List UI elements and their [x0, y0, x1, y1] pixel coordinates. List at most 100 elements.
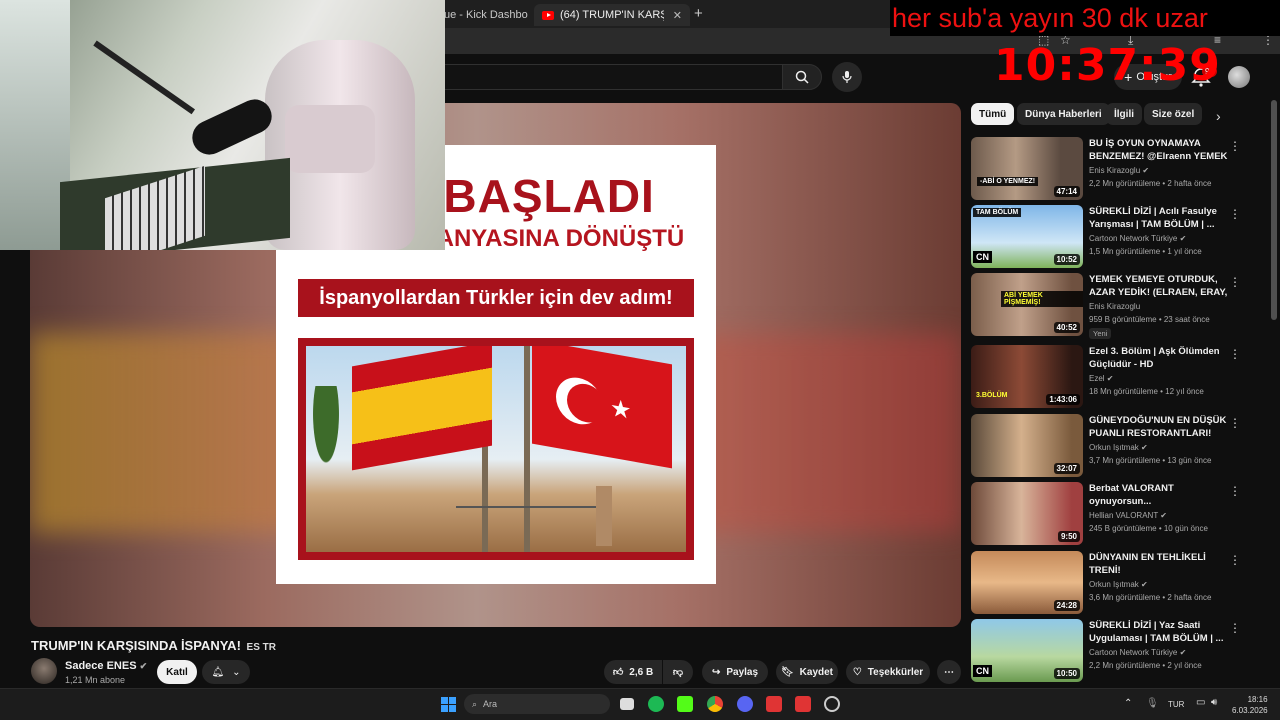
video-title[interactable]: YEMEK YEMEYE OTURDUK, AZAR YEDİK! (ELRAE… [1089, 273, 1229, 299]
flag-pole [524, 346, 530, 552]
channel-name[interactable]: Cartoon Network Türkiye ✔ [1089, 648, 1186, 657]
recommended-video[interactable]: 24:28 DÜNYANIN EN TEHLİKELİ TRENİ! Orkun… [971, 551, 1271, 615]
microphone-icon [842, 71, 852, 83]
video-title[interactable]: BU İŞ OYUN OYNAMAYA BENZEMEZ! @Elraenn Y… [1089, 137, 1229, 163]
thumbs-down-icon: 👎︎ [672, 667, 684, 678]
taskbar-search[interactable]: ⌕ Ara [464, 694, 610, 714]
cam-mic-arm [93, 40, 196, 115]
chip-for-you[interactable]: Size özel [1144, 103, 1203, 125]
video-title[interactable]: Berbat VALORANT oynuyorsun... [1089, 482, 1229, 508]
tab-youtube-video[interactable]: (64) TRUMP'IN KARŞISINDA ✕ [534, 4, 690, 26]
kebab-menu-icon[interactable]: ⋮ [1229, 275, 1241, 289]
tab-kick-dashboard[interactable]: ue - Kick Dashbo ✕ [436, 4, 534, 26]
channel-name[interactable]: Cartoon Network Türkiye ✔ [1089, 234, 1186, 243]
streaming-app-icon[interactable] [795, 696, 811, 712]
obs-icon[interactable] [824, 696, 840, 712]
video-thumbnail[interactable]: CN 10:50 [971, 619, 1083, 682]
volume-icon[interactable]: 🔊︎ [1211, 697, 1217, 708]
video-meta: 2,2 Mn görüntüleme • 2 hafta önce [1089, 179, 1212, 188]
video-thumbnail[interactable]: ABİ YEMEK PİŞMEMİŞ! 40:52 [971, 273, 1083, 336]
more-actions-button[interactable]: ⋯ [937, 660, 961, 684]
recommended-video[interactable]: 3.BÖLÜM 1:43:06 Ezel 3. Bölüm | Aşk Ölüm… [971, 345, 1271, 409]
kebab-menu-icon[interactable]: ⋮ [1229, 347, 1241, 361]
kebab-menu-icon[interactable]: ⋮ [1229, 416, 1241, 430]
sidebar-scrollbar[interactable] [1271, 100, 1277, 320]
new-tab-button[interactable]: + [694, 5, 703, 22]
discord-icon[interactable] [737, 696, 753, 712]
streaming-app-icon[interactable] [766, 696, 782, 712]
dislike-button[interactable]: 👎︎ [663, 660, 693, 684]
channel-name[interactable]: Orkun Işıtmak ✔ [1089, 443, 1148, 452]
stream-subathon-banner: her sub'a yayın 30 dk uzar [890, 0, 1280, 36]
save-label: Kaydet [799, 666, 834, 678]
recommended-video[interactable]: -ABİ O YENMEZ! 47:14 BU İŞ OYUN OYNAMAYA… [971, 137, 1271, 201]
search-icon [795, 70, 809, 84]
recommended-video[interactable]: 32:07 GÜNEYDOĞU'NUN EN DÜŞÜK PUANLI REST… [971, 414, 1271, 478]
channel-name[interactable]: Enis Kirazoglu [1089, 302, 1140, 311]
keyboard-language[interactable]: TUR [1168, 700, 1184, 709]
share-icon: ↪ [711, 666, 721, 678]
webcam-overlay [0, 0, 445, 250]
video-thumbnail[interactable]: 9:50 [971, 482, 1083, 545]
share-button[interactable]: ↪ Paylaş [702, 660, 768, 684]
search-input[interactable]: a [420, 64, 782, 90]
close-tab-icon[interactable]: ✕ [673, 9, 682, 22]
video-title[interactable]: DÜNYANIN EN TEHLİKELİ TRENİ! [1089, 551, 1229, 577]
kebab-menu-icon[interactable]: ⋮ [1229, 553, 1241, 567]
save-button[interactable]: 🔖︎ Kaydet [776, 660, 838, 684]
chevron-right-icon[interactable]: › [1216, 108, 1221, 124]
video-title[interactable]: SÜREKLİ DİZİ | Yaz Saati Uygulaması | TA… [1089, 619, 1229, 645]
video-title[interactable]: GÜNEYDOĞU'NUN EN DÜŞÜK PUANLI RESTORANTL… [1089, 414, 1229, 440]
video-duration: 1:43:06 [1046, 394, 1080, 405]
video-thumbnail[interactable]: TAM BÖLÜM CN 10:52 [971, 205, 1083, 268]
channel-name[interactable]: Ezel ✔ [1089, 374, 1114, 383]
thanks-label: Teşekkürler [867, 666, 924, 678]
channel-name[interactable]: Orkun Işıtmak ✔ [1089, 580, 1148, 589]
kick-icon[interactable] [677, 696, 693, 712]
video-title[interactable]: SÜREKLİ DİZİ | Acılı Fasulye Yarışması |… [1089, 205, 1229, 231]
spotify-icon[interactable] [648, 696, 664, 712]
chip-related[interactable]: İlgili [1106, 103, 1142, 125]
share-label: Paylaş [726, 666, 759, 678]
channel-name[interactable]: Sadece ENES ✔ [65, 660, 147, 672]
video-meta: 959 B görüntüleme • 23 saat önce [1089, 315, 1210, 324]
task-view-icon[interactable] [620, 698, 634, 710]
recommended-video[interactable]: TAM BÖLÜM CN 10:52 SÜREKLİ DİZİ | Acılı … [971, 205, 1271, 269]
video-duration: 47:14 [1053, 186, 1080, 197]
chip-all[interactable]: Tümü [971, 103, 1015, 125]
recommended-video[interactable]: 9:50 Berbat VALORANT oynuyorsun... Helli… [971, 482, 1271, 546]
video-thumbnail[interactable]: 24:28 [971, 551, 1083, 614]
video-title[interactable]: Ezel 3. Bölüm | Aşk Ölümden Güçlüdür - H… [1089, 345, 1229, 371]
kebab-menu-icon[interactable]: ⋮ [1229, 207, 1241, 221]
bell-icon: 🔔︎ [211, 666, 225, 678]
like-button[interactable]: 👍︎ 2,6 B [604, 660, 662, 684]
kebab-menu-icon[interactable]: ⋮ [1229, 139, 1241, 153]
account-avatar[interactable] [1228, 66, 1250, 88]
channel-avatar[interactable] [31, 658, 57, 684]
taskbar-clock[interactable]: 18:16 6.03.2026 [1232, 694, 1268, 716]
search-button[interactable] [782, 64, 822, 90]
chip-world-news[interactable]: Dünya Haberleri [1017, 103, 1110, 125]
subscription-bell-button[interactable]: 🔔︎ ⌄ [202, 660, 250, 684]
microphone-tray-icon[interactable]: 🎙︎ [1146, 698, 1159, 709]
chrome-icon[interactable] [707, 696, 723, 712]
join-button[interactable]: Katıl [157, 660, 197, 684]
thanks-button[interactable]: ♡ Teşekkürler [846, 660, 930, 684]
kebab-menu-icon[interactable]: ⋮ [1229, 484, 1241, 498]
kebab-menu-icon[interactable]: ⋮ [1229, 621, 1241, 635]
thumbnail-caption: TAM BÖLÜM [973, 208, 1022, 217]
video-thumbnail[interactable]: 32:07 [971, 414, 1083, 477]
tray-chevron-up-icon[interactable]: ⌃ [1124, 698, 1132, 709]
video-thumbnail[interactable]: 3.BÖLÜM 1:43:06 [971, 345, 1083, 408]
recommended-video[interactable]: CN 10:50 SÜREKLİ DİZİ | Yaz Saati Uygula… [971, 619, 1271, 683]
windows-start-icon[interactable] [441, 697, 456, 712]
channel-name-text: Sadece ENES [65, 660, 137, 672]
channel-name[interactable]: Hellian VALORANT ✔ [1089, 511, 1167, 520]
tab-label: ue - Kick Dashbo [444, 9, 528, 21]
video-title: TRUMP'IN KARŞISINDA İSPANYA! ES TR [31, 638, 276, 653]
recommended-video[interactable]: ABİ YEMEK PİŞMEMİŞ! 40:52 YEMEK YEMEYE O… [971, 273, 1271, 339]
video-thumbnail[interactable]: -ABİ O YENMEZ! 47:14 [971, 137, 1083, 200]
channel-name[interactable]: Enis Kirazoglu ✔ [1089, 166, 1149, 175]
network-icon[interactable]: ▭ [1196, 697, 1205, 708]
voice-search-button[interactable] [832, 62, 862, 92]
